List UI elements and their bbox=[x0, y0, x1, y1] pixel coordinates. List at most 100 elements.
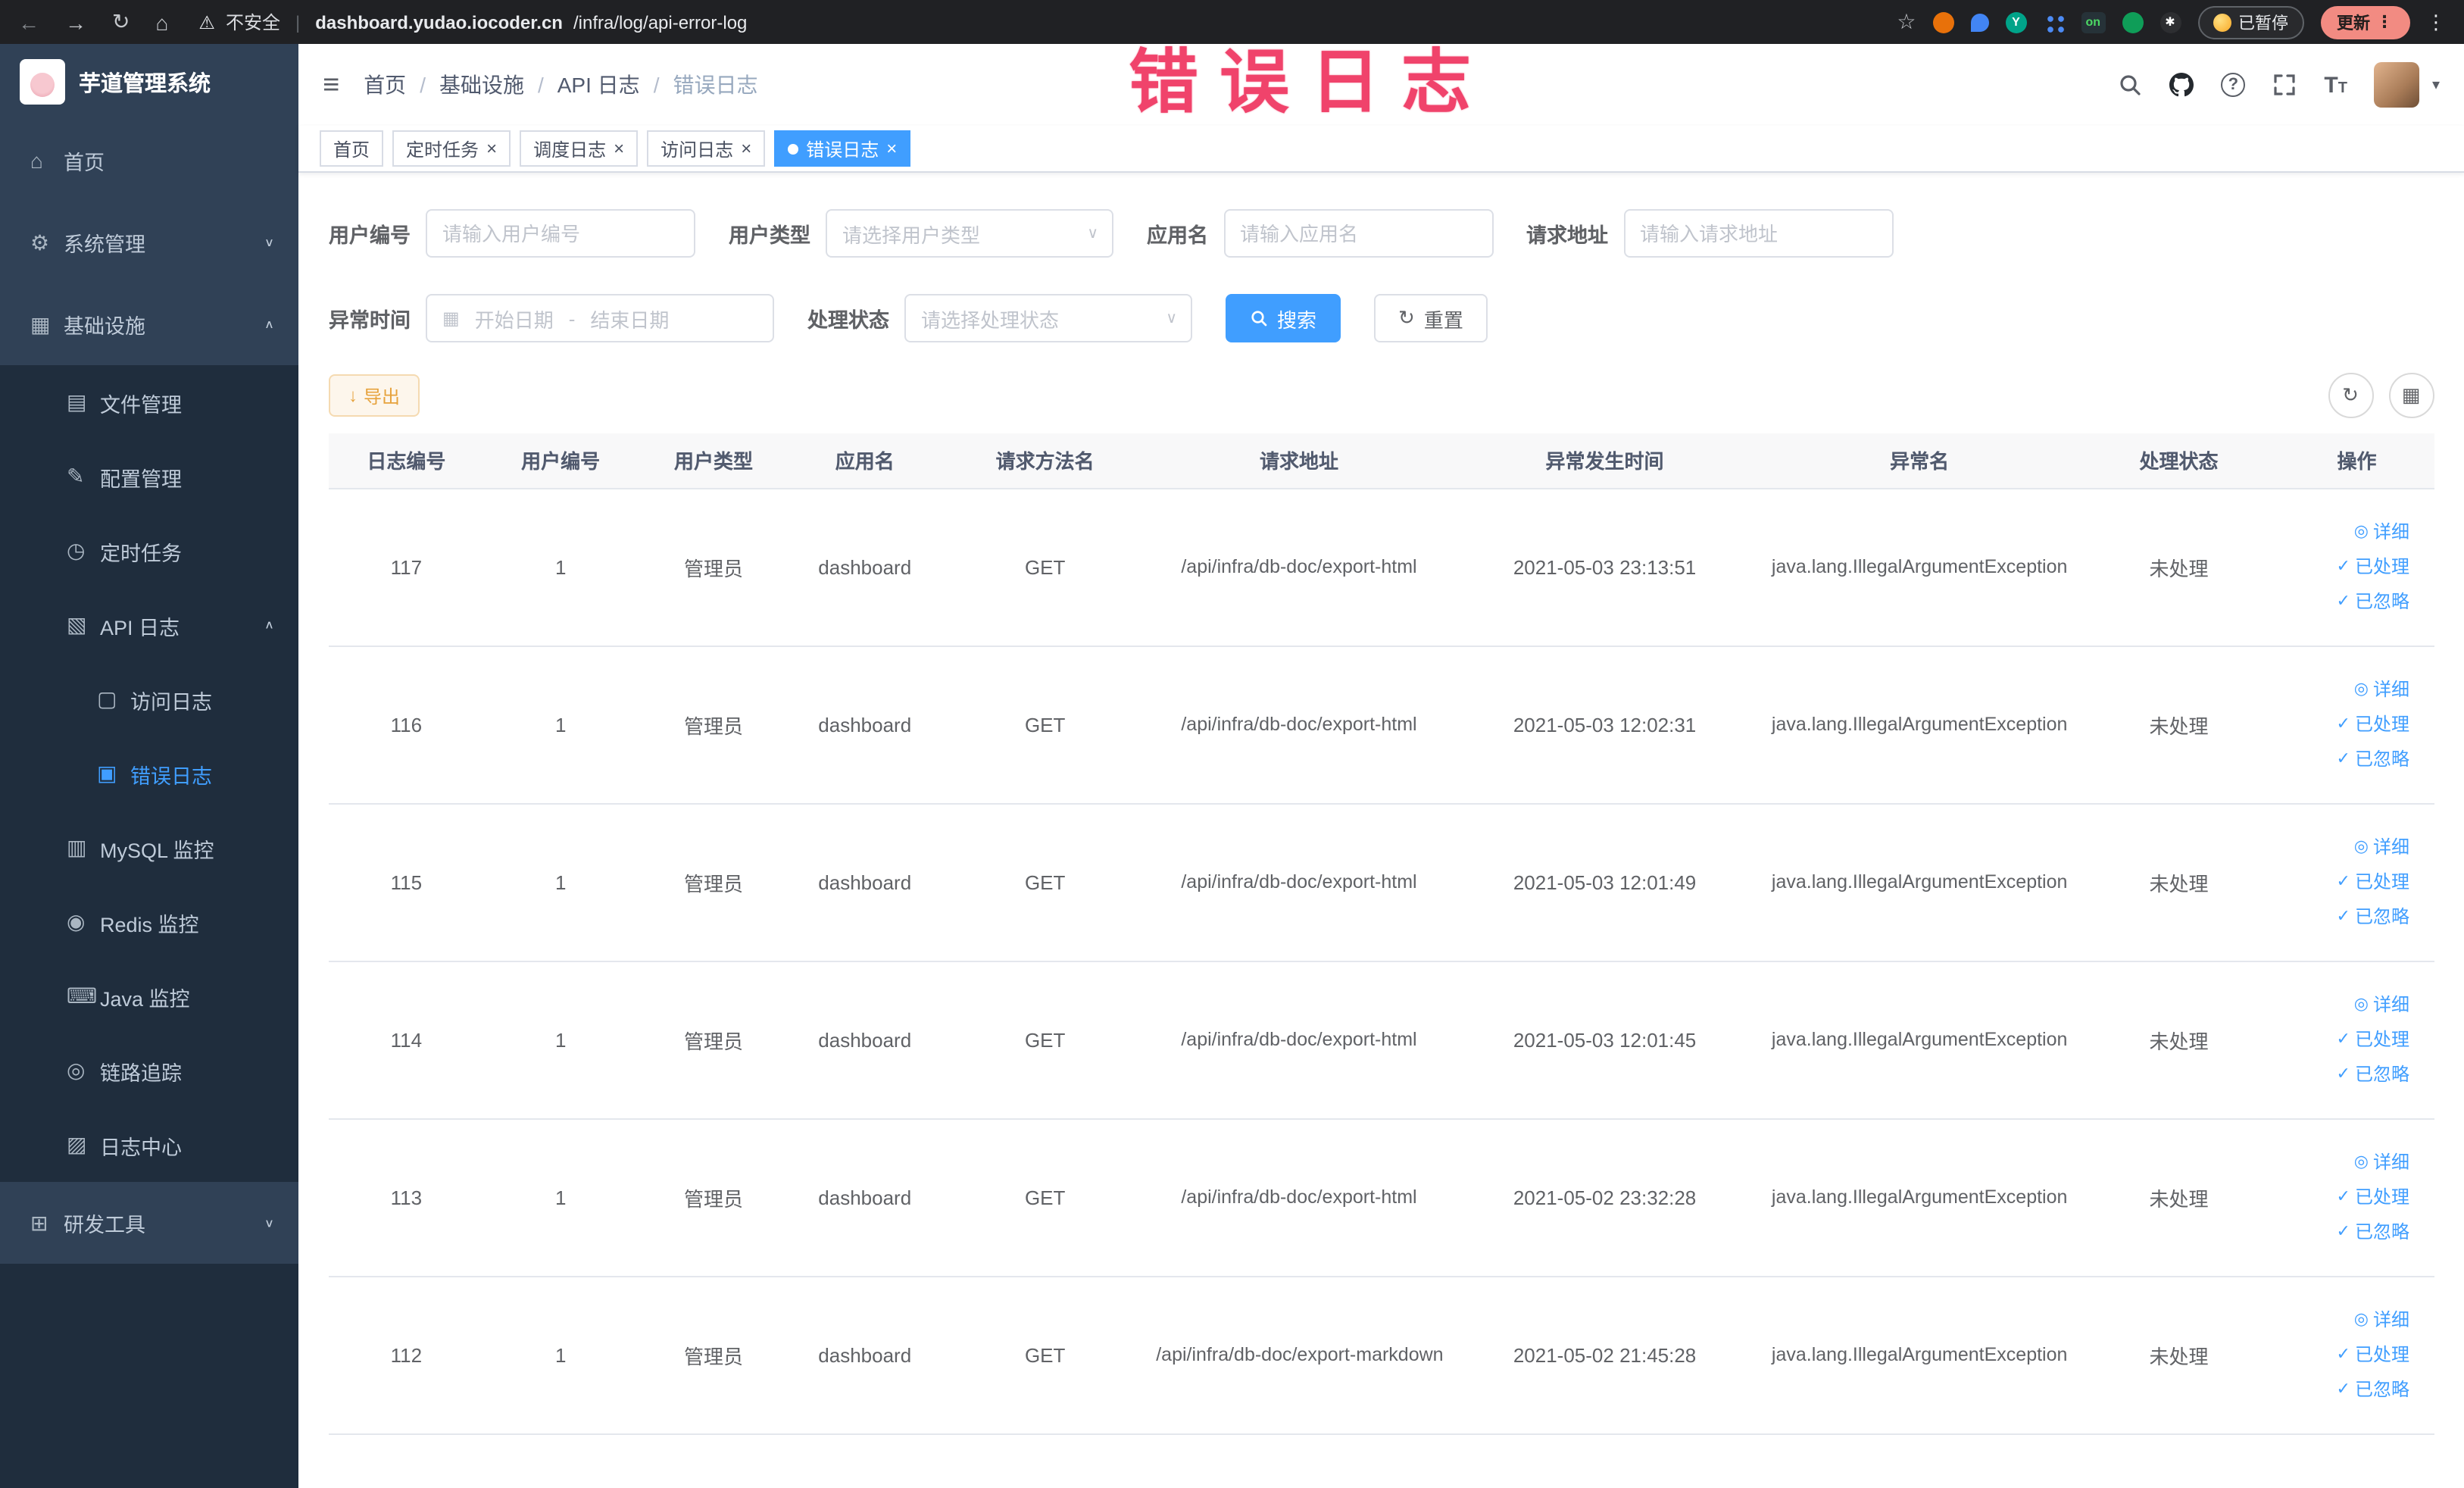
sidebar-item-infrastructure[interactable]: ▦ 基础设施 ∧ bbox=[0, 283, 298, 365]
fullscreen-icon[interactable] bbox=[2272, 73, 2297, 97]
processed-link[interactable]: ✓ 已处理 bbox=[2337, 1180, 2409, 1214]
processed-link[interactable]: ✓ 已处理 bbox=[2337, 550, 2409, 583]
processed-link[interactable]: ✓ 已处理 bbox=[2337, 1023, 2409, 1056]
ignored-link[interactable]: ✓ 已忽略 bbox=[2337, 742, 2409, 776]
export-button[interactable]: ↓ 导出 bbox=[329, 374, 420, 417]
column-header: 请求方法名 bbox=[940, 433, 1151, 489]
logo[interactable]: 芋道管理系统 bbox=[0, 44, 298, 120]
url-path[interactable]: /infra/log/api-error-log bbox=[573, 11, 747, 33]
column-header: 操作 bbox=[2280, 433, 2434, 489]
ignored-link[interactable]: ✓ 已忽略 bbox=[2337, 1058, 2409, 1091]
filter-process-status: 处理状态 请选择处理状态 ∨ bbox=[807, 294, 1192, 342]
cell-exception: java.lang.IllegalArgumentException bbox=[1761, 803, 2078, 961]
extension-drop-icon[interactable] bbox=[1970, 13, 1989, 31]
search-button[interactable]: 搜索 bbox=[1226, 294, 1341, 342]
bookmark-star-icon[interactable]: ☆ bbox=[1897, 9, 1916, 35]
tab-error-log[interactable]: 错误日志 × bbox=[774, 130, 911, 167]
extension-leaf-icon[interactable] bbox=[2122, 11, 2143, 33]
search-icon[interactable] bbox=[2118, 73, 2142, 97]
close-icon[interactable]: × bbox=[486, 139, 497, 158]
process-status-select[interactable]: 请选择处理状态 ∨ bbox=[904, 294, 1192, 342]
extension-grid-icon[interactable] bbox=[2043, 11, 2065, 33]
reload-icon[interactable]: ↻ bbox=[112, 9, 130, 35]
sidebar-item-log-center[interactable]: ▨ 日志中心 bbox=[0, 1108, 298, 1182]
back-icon[interactable]: ← bbox=[18, 10, 39, 34]
url-domain[interactable]: dashboard.yudao.iocoder.cn bbox=[315, 11, 563, 33]
sidebar-item-redis-monitor[interactable]: ◉ Redis 监控 bbox=[0, 885, 298, 959]
sidebar-item-error-log[interactable]: ▣ 错误日志 bbox=[0, 736, 298, 811]
column-header: 处理状态 bbox=[2078, 433, 2281, 489]
sidebar-item-label: Redis 监控 bbox=[100, 913, 199, 936]
extension-on-icon[interactable]: on bbox=[2081, 11, 2105, 33]
sidebar-item-mysql-monitor[interactable]: ▥ MySQL 监控 bbox=[0, 811, 298, 885]
sidebar-item-label: 访问日志 bbox=[130, 690, 212, 713]
sidebar-item-java-monitor[interactable]: ⌨ Java 监控 bbox=[0, 959, 298, 1033]
breadcrumb-item[interactable]: 基础设施 bbox=[439, 70, 524, 100]
sidebar-item-label: API 日志 bbox=[100, 616, 180, 639]
breadcrumb-item[interactable]: 首页 bbox=[364, 70, 406, 100]
ignored-link[interactable]: ✓ 已忽略 bbox=[2337, 900, 2409, 933]
forward-icon[interactable]: → bbox=[65, 10, 86, 34]
processed-link[interactable]: ✓ 已处理 bbox=[2337, 1338, 2409, 1371]
browser-menu-icon[interactable]: ⋮ bbox=[2426, 10, 2446, 34]
sidebar-item-system-mgmt[interactable]: ⚙ 系统管理 ∨ bbox=[0, 202, 298, 283]
date-range-picker[interactable]: ▦ 开始日期 - 结束日期 bbox=[426, 294, 774, 342]
processed-link[interactable]: ✓ 已处理 bbox=[2337, 865, 2409, 899]
refresh-button[interactable]: ↻ bbox=[2328, 373, 2373, 418]
app-name-input[interactable] bbox=[1223, 209, 1493, 258]
logo-avatar bbox=[20, 59, 65, 105]
font-size-icon[interactable]: TT bbox=[2324, 73, 2347, 96]
range-separator: - bbox=[568, 307, 576, 330]
user-type-select[interactable]: 请选择用户类型 ∨ bbox=[826, 209, 1113, 258]
detail-link[interactable]: ◎ 详细 bbox=[2354, 1303, 2409, 1336]
columns-button[interactable]: ▦ bbox=[2388, 373, 2434, 418]
field-label: 请求地址 bbox=[1526, 224, 1608, 247]
field-label: 用户编号 bbox=[329, 224, 411, 247]
detail-link[interactable]: ◎ 详细 bbox=[2354, 988, 2409, 1021]
ignored-link[interactable]: ✓ 已忽略 bbox=[2337, 1215, 2409, 1249]
chevron-down-icon[interactable]: ▾ bbox=[2432, 77, 2440, 93]
sidebar-item-dev-tools[interactable]: ⊞ 研发工具 ∨ bbox=[0, 1182, 298, 1264]
extension-y-icon[interactable]: Y bbox=[2005, 11, 2027, 33]
paused-badge[interactable]: 已暂停 bbox=[2197, 5, 2303, 39]
sidebar-item-home[interactable]: ⌂ 首页 bbox=[0, 120, 298, 202]
sidebar-item-access-log[interactable]: ▢ 访问日志 bbox=[0, 662, 298, 736]
detail-link[interactable]: ◎ 详细 bbox=[2354, 830, 2409, 864]
home-icon[interactable]: ⌂ bbox=[155, 10, 168, 34]
github-icon[interactable] bbox=[2169, 73, 2194, 97]
request-url-input[interactable] bbox=[1623, 209, 1893, 258]
extension-orange-icon[interactable] bbox=[1932, 11, 1954, 33]
detail-link[interactable]: ◎ 详细 bbox=[2354, 1146, 2409, 1179]
sidebar-item-config-mgmt[interactable]: ✎ 配置管理 bbox=[0, 439, 298, 514]
address-bar[interactable]: ⚠ 不安全 | dashboard.yudao.iocoder.cn/infra… bbox=[198, 9, 1897, 35]
close-icon[interactable]: × bbox=[886, 139, 897, 158]
update-button[interactable]: 更新 ⋮ bbox=[2320, 5, 2409, 39]
row-actions: ◎ 详细 ✓ 已处理 ✓ 已忽略 bbox=[2286, 1146, 2428, 1249]
tab-scheduled-tasks[interactable]: 定时任务 × bbox=[392, 130, 511, 167]
sidebar-item-trace[interactable]: ◎ 链路追踪 bbox=[0, 1033, 298, 1108]
detail-link[interactable]: ◎ 详细 bbox=[2354, 515, 2409, 549]
user-id-input[interactable] bbox=[426, 209, 695, 258]
filter-request-url: 请求地址 bbox=[1526, 209, 1893, 258]
ignored-link[interactable]: ✓ 已忽略 bbox=[2337, 585, 2409, 618]
tab-schedule-log[interactable]: 调度日志 × bbox=[520, 130, 639, 167]
close-icon[interactable]: × bbox=[741, 139, 751, 158]
breadcrumb-item[interactable]: API 日志 bbox=[557, 70, 640, 100]
tab-access-log[interactable]: 访问日志 × bbox=[647, 130, 766, 167]
ignored-link[interactable]: ✓ 已忽略 bbox=[2337, 1373, 2409, 1406]
extension-paw-icon[interactable]: ✱ bbox=[2160, 11, 2181, 33]
tab-home[interactable]: 首页 bbox=[320, 130, 384, 167]
processed-link[interactable]: ✓ 已处理 bbox=[2337, 708, 2409, 741]
help-icon[interactable]: ? bbox=[2221, 73, 2246, 97]
hamburger-icon[interactable]: ≡ bbox=[323, 70, 339, 99]
sidebar-item-file-mgmt[interactable]: ▤ 文件管理 bbox=[0, 365, 298, 439]
sidebar-item-api-logs[interactable]: ▧ API 日志 ∧ bbox=[0, 588, 298, 662]
sidebar-item-scheduled-tasks[interactable]: ◷ 定时任务 bbox=[0, 514, 298, 588]
security-label[interactable]: 不安全 bbox=[226, 9, 280, 35]
filter-user-type: 用户类型 请选择用户类型 ∨ bbox=[729, 209, 1113, 258]
close-icon[interactable]: × bbox=[614, 139, 624, 158]
reset-button[interactable]: ↻ 重置 bbox=[1374, 294, 1488, 342]
detail-link[interactable]: ◎ 详细 bbox=[2354, 673, 2409, 706]
cell-app-name: dashboard bbox=[789, 488, 941, 646]
user-avatar[interactable] bbox=[2374, 62, 2420, 108]
